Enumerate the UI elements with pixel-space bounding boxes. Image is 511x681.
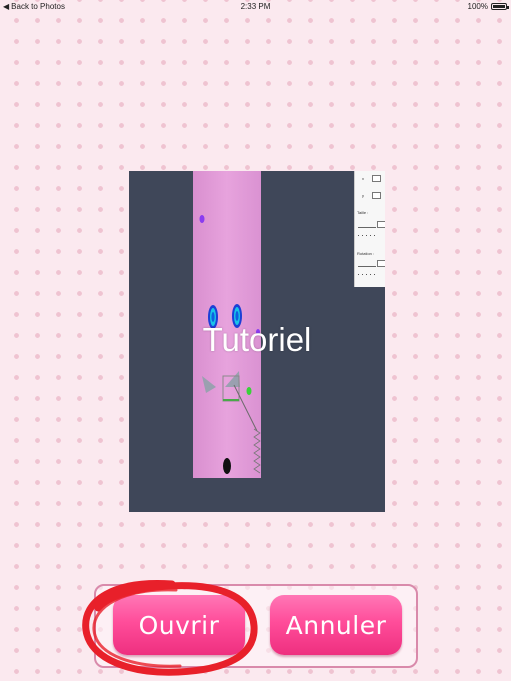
y-field [372, 192, 381, 199]
grey-wedge-left [202, 376, 216, 393]
battery-percent: 100% [467, 2, 488, 11]
status-bar: ◀ Back to Photos 2:33 PM 100% [0, 0, 511, 14]
cancel-button[interactable]: Annuler [270, 595, 402, 655]
battery-status: 100% [467, 2, 509, 11]
level-title: Tutoriel [202, 321, 312, 358]
spring-coil [253, 428, 261, 474]
black-ball [223, 458, 231, 474]
purple-gem [199, 215, 205, 223]
grey-wedge [225, 371, 240, 387]
rope-line [233, 384, 258, 432]
x-field [372, 175, 381, 182]
rotation-label: Rotation : [357, 251, 375, 256]
level-preview-image: x y Taille : Rotation : Tutoriel [129, 171, 385, 512]
clock: 2:33 PM [240, 2, 271, 11]
green-gem [246, 387, 252, 395]
size-label: Taille : [357, 210, 369, 215]
open-button[interactable]: Ouvrir [113, 595, 245, 655]
battery-icon [491, 3, 509, 10]
tool-panel: x y Taille : Rotation : [354, 171, 385, 287]
